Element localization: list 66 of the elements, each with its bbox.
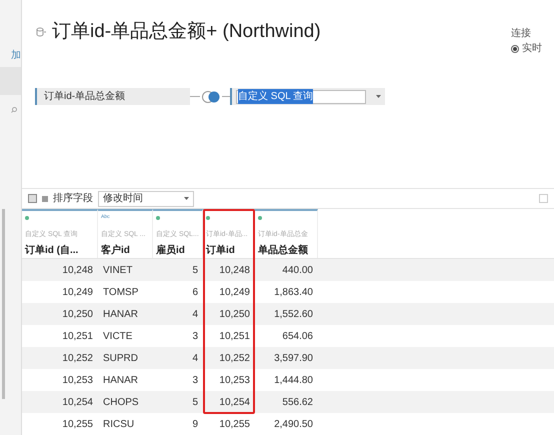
table-cell-text: 10,248 (61, 264, 94, 278)
table-cell-text: 3 (191, 330, 199, 344)
table-cell-text: 10,249 (218, 286, 251, 300)
table-cell-text: 9 (191, 418, 199, 432)
table-cell-text: 1,552.60 (273, 308, 314, 322)
live-radio[interactable]: 实时 (511, 41, 542, 56)
sort-dropdown[interactable]: 修改时间 (98, 190, 194, 206)
table-cell-text: 3,597.90 (273, 352, 314, 366)
table-cell-text: 10,250 (61, 308, 94, 322)
table-cell-text: 5 (191, 264, 199, 278)
table-cell-text: 1,444.80 (273, 374, 314, 388)
column-name: 雇员id (156, 243, 186, 258)
table-cell-text: 10,255 (61, 418, 94, 432)
table-cell-text: 10,255 (218, 418, 251, 432)
table-cell-text: 2,490.50 (273, 418, 314, 432)
checkbox[interactable] (539, 194, 548, 203)
table-cell-text: 1,863.40 (273, 286, 314, 300)
join-icon[interactable] (200, 90, 222, 104)
add-link[interactable]: 加 (11, 48, 21, 63)
caret-icon (184, 197, 189, 200)
database-icon (36, 27, 46, 38)
connection-label: 连接 (511, 26, 532, 41)
table-cell-text: VICTE (102, 330, 134, 344)
table-cell-text: 10,251 (218, 330, 251, 344)
table-cell-text: 10,253 (61, 374, 94, 388)
table-cell-text: 4 (191, 352, 199, 366)
table-cell-text: 10,254 (61, 396, 94, 410)
table-cell-text: 556.62 (281, 396, 314, 410)
table-cell-text: 10,253 (218, 374, 251, 388)
table-cell-text: 10,254 (218, 396, 251, 410)
column-name: 订单id (自... (25, 244, 80, 258)
column-name: 单品总金额 (258, 243, 309, 258)
table-cell-text: 6 (191, 286, 199, 300)
table-node[interactable]: 订单id-单品总金额 (35, 88, 190, 105)
list-view-icon[interactable] (42, 196, 48, 202)
scrollbar[interactable] (2, 209, 5, 399)
table-cell-text: 10,249 (61, 286, 94, 300)
sort-label: 排序字段 (53, 192, 93, 206)
table-cell-text: 654.06 (281, 330, 314, 344)
number-type-icon (156, 216, 160, 220)
table-cell-text: 3 (191, 374, 199, 388)
column-name: 客户id (101, 243, 131, 258)
table-cell-text: 10,250 (218, 308, 251, 322)
number-type-icon (258, 216, 262, 220)
table-cell-text: 10,252 (61, 352, 94, 366)
table-cell-text: 10,248 (218, 264, 251, 278)
search-icon[interactable] (11, 107, 17, 113)
query-dropdown[interactable]: 自定义 SQL 查询 (230, 88, 385, 105)
data-source-title: 订单id-单品总金额+ (Northwind) (52, 20, 321, 44)
table-cell-text: VINET (102, 264, 134, 278)
table-cell-text: 10,252 (218, 352, 251, 366)
table-cell-text: 5 (191, 396, 199, 410)
number-type-icon (206, 216, 210, 220)
table-cell-text: HANAR (102, 308, 140, 322)
column-name: 订单id (206, 244, 236, 258)
number-type-icon (25, 216, 29, 220)
table-cell-text: SUPRD (102, 352, 140, 366)
table-cell-text: TOMSP (102, 286, 140, 300)
table-cell-text: RICSU (102, 418, 136, 432)
table-cell-text: 440.00 (281, 264, 314, 278)
table-cell-text: HANAR (102, 374, 140, 388)
caret-icon (376, 95, 381, 98)
table-cell-text: 4 (191, 308, 199, 322)
grid-view-icon[interactable] (28, 194, 37, 203)
table-cell-text: 10,251 (61, 330, 94, 344)
table-cell-text: CHOPS (102, 396, 140, 410)
